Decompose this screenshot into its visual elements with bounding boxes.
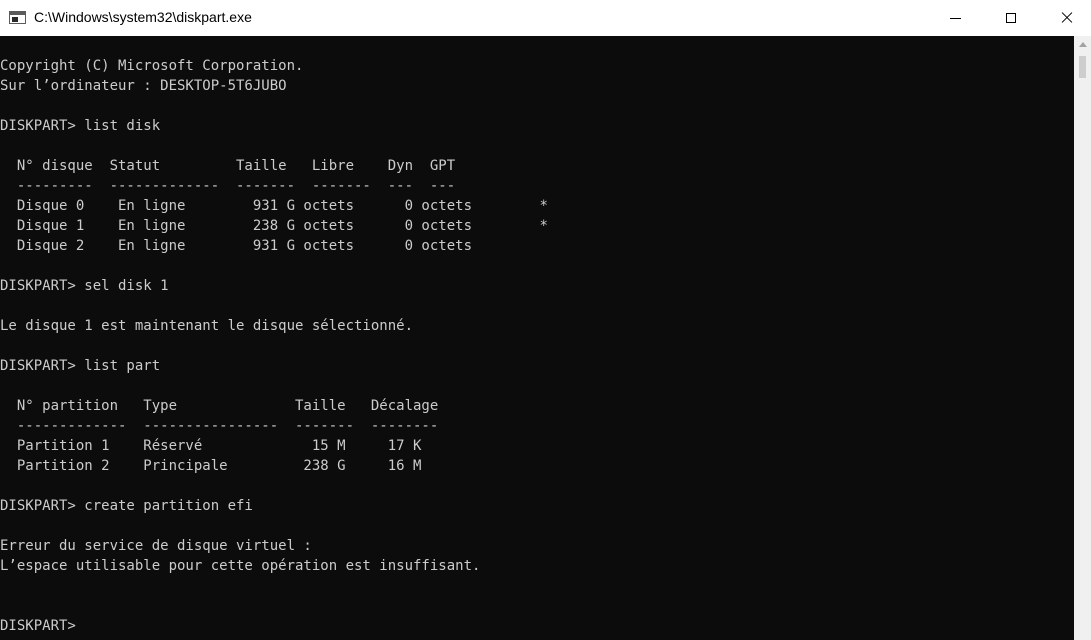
console-line: Disque 1 En ligne 238 G octets 0 octets … [0,218,548,234]
console-line: Disque 0 En ligne 931 G octets 0 octets … [0,198,548,214]
console-line: DISKPART> list part [0,358,161,374]
chevron-up-icon [1078,42,1087,47]
console-output[interactable]: Copyright (C) Microsoft Corporation. Sur… [0,36,1074,640]
console-line: Partition 1 Réservé 15 M 17 K [0,438,422,454]
title-bar[interactable]: C:\Windows\system32\diskpart.exe [0,0,1091,36]
window-title: C:\Windows\system32\diskpart.exe [34,9,252,25]
console-line: DISKPART> create partition efi [0,498,253,514]
console-line: L’espace utilisable pour cette opération… [0,558,481,574]
maximize-button[interactable] [988,0,1034,36]
console-line: ------------- ---------------- ------- -… [0,418,439,434]
console-line: Copyright (C) Microsoft Corporation. [0,58,304,74]
close-button[interactable] [1044,0,1090,36]
console-line: Sur l’ordinateur : DESKTOP-5T6JUBO [0,78,287,94]
close-icon [1060,11,1074,25]
maximize-icon [1006,13,1016,23]
scroll-up-button[interactable] [1074,36,1091,53]
console-line: N° partition Type Taille Décalage [0,398,439,414]
scroll-thumb[interactable] [1079,56,1086,78]
console-line: Disque 2 En ligne 931 G octets 0 octets [0,238,473,254]
console-line: Le disque 1 est maintenant le disque sél… [0,318,414,334]
console-line: DISKPART> [0,618,85,634]
console-app-icon[interactable] [9,11,26,24]
console-text: Copyright (C) Microsoft Corporation. Sur… [0,56,548,636]
vertical-scrollbar[interactable] [1074,36,1091,640]
scroll-track[interactable] [1074,81,1091,640]
minimize-button[interactable] [932,0,978,36]
console-line: N° disque Statut Taille Libre Dyn GPT [0,158,456,174]
minimize-icon [949,17,961,19]
console-line: DISKPART> list disk [0,118,161,134]
console-line: --------- ------------- ------- ------- … [0,178,456,194]
console-line: Partition 2 Principale 238 G 16 M [0,458,422,474]
console-line: DISKPART> sel disk 1 [0,278,169,294]
console-line: Erreur du service de disque virtuel : [0,538,312,554]
